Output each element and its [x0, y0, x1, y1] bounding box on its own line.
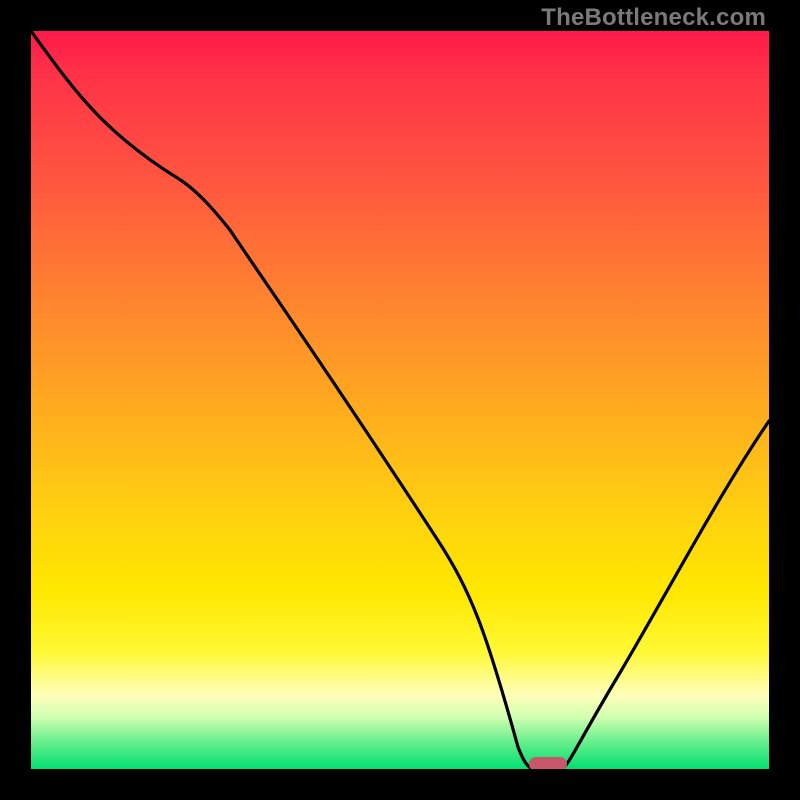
watermark-text: TheBottleneck.com [541, 4, 766, 32]
plot-area [31, 31, 769, 769]
trough-marker [529, 757, 567, 769]
chart-frame: TheBottleneck.com [0, 0, 800, 800]
bottleneck-curve [31, 31, 769, 769]
curve-path [31, 31, 769, 769]
